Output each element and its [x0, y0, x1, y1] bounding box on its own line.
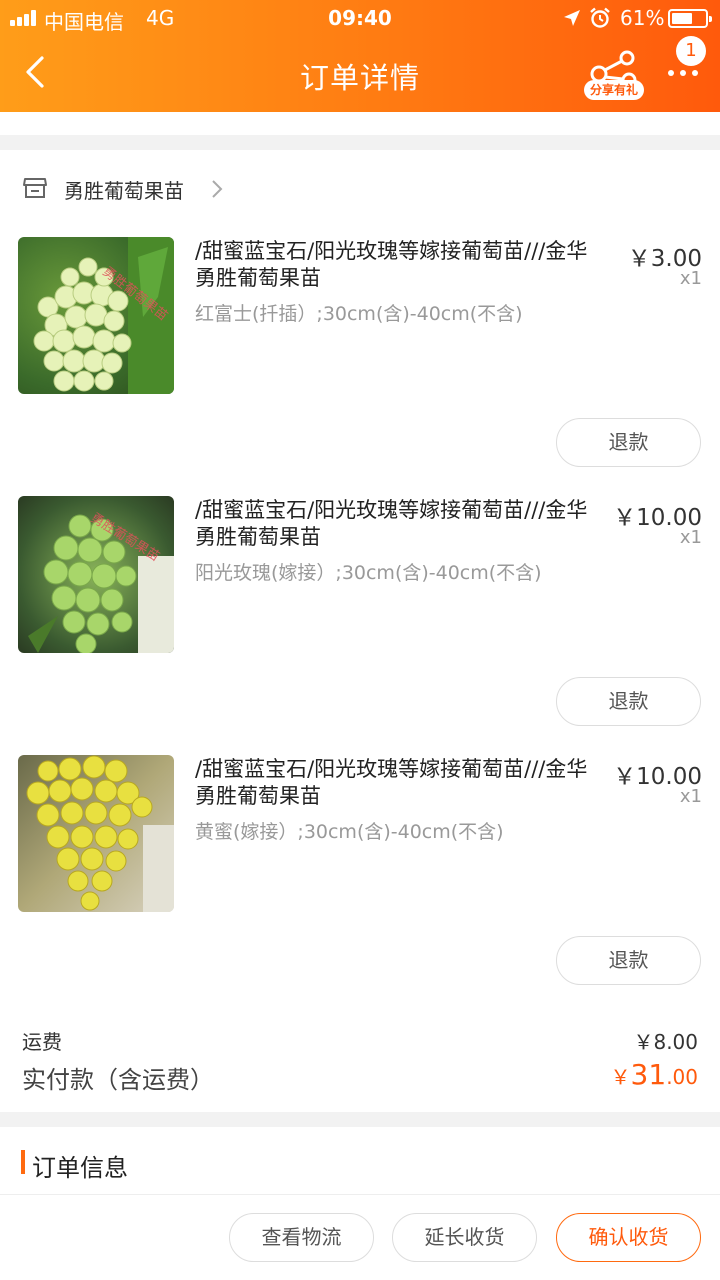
product-title[interactable]: /甜蜜蓝宝石/阳光玫瑰等嫁接葡萄苗///金华勇胜葡萄果苗	[195, 238, 605, 292]
grape-image	[26, 755, 174, 912]
grape-image: 勇胜葡萄果苗	[33, 237, 174, 394]
notification-badge: 1	[676, 36, 706, 66]
total-integer: 31	[630, 1058, 667, 1091]
product-image[interactable]	[18, 755, 174, 912]
product-spec: 红富士(扦插）;30cm(含)-40cm(不含)	[195, 303, 523, 325]
product-quantity: x1	[679, 786, 702, 807]
refund-button[interactable]: 退款	[556, 418, 701, 467]
battery-icon	[668, 9, 712, 28]
shipping-label: 运费	[22, 1030, 62, 1054]
product-spec: 黄蜜(嫁接）;30cm(含)-40cm(不含)	[195, 821, 504, 843]
total-paid-label: 实付款（含运费）	[22, 1066, 214, 1094]
battery-percent: 61%	[620, 6, 665, 30]
location-icon	[564, 10, 580, 26]
product-image[interactable]: 勇胜葡萄果苗	[18, 237, 174, 394]
total-decimal: .00	[666, 1065, 698, 1089]
clock: 09:40	[328, 6, 392, 30]
product-quantity: x1	[679, 268, 702, 289]
header-spacer	[0, 112, 720, 135]
confirm-receipt-button[interactable]: 确认收货	[556, 1213, 701, 1262]
top-header: 中国电信 4G 09:40 61% 订单详情 分享有礼 1	[0, 0, 720, 112]
store-icon	[23, 178, 47, 198]
total-currency: ￥	[610, 1065, 631, 1089]
grape-image: 勇胜葡萄果苗	[28, 511, 174, 653]
section-accent-bar	[21, 1150, 25, 1174]
order-info-title: 订单信息	[32, 1154, 128, 1182]
battery-level-fill	[672, 13, 692, 24]
alarm-icon	[590, 7, 610, 28]
share-gift-label[interactable]: 分享有礼	[584, 80, 644, 100]
status-bar: 中国电信 4G 09:40 61%	[0, 0, 720, 36]
product-quantity: x1	[679, 527, 702, 548]
refund-button[interactable]: 退款	[556, 936, 701, 985]
refund-button[interactable]: 退款	[556, 677, 701, 726]
store-name[interactable]: 勇胜葡萄果苗	[64, 175, 184, 204]
view-logistics-button[interactable]: 查看物流	[229, 1213, 374, 1262]
shipping-value: ￥8.00	[633, 1030, 698, 1054]
product-title[interactable]: /甜蜜蓝宝石/阳光玫瑰等嫁接葡萄苗///金华勇胜葡萄果苗	[195, 497, 605, 551]
product-title[interactable]: /甜蜜蓝宝石/阳光玫瑰等嫁接葡萄苗///金华勇胜葡萄果苗	[195, 756, 605, 810]
product-image[interactable]: 勇胜葡萄果苗	[18, 496, 174, 653]
product-spec: 阳光玫瑰(嫁接）;30cm(含)-40cm(不含)	[195, 562, 542, 584]
total-paid-value: ￥31.00	[611, 1058, 698, 1091]
extend-receipt-button[interactable]: 延长收货	[392, 1213, 537, 1262]
chevron-right-icon[interactable]	[210, 178, 224, 200]
